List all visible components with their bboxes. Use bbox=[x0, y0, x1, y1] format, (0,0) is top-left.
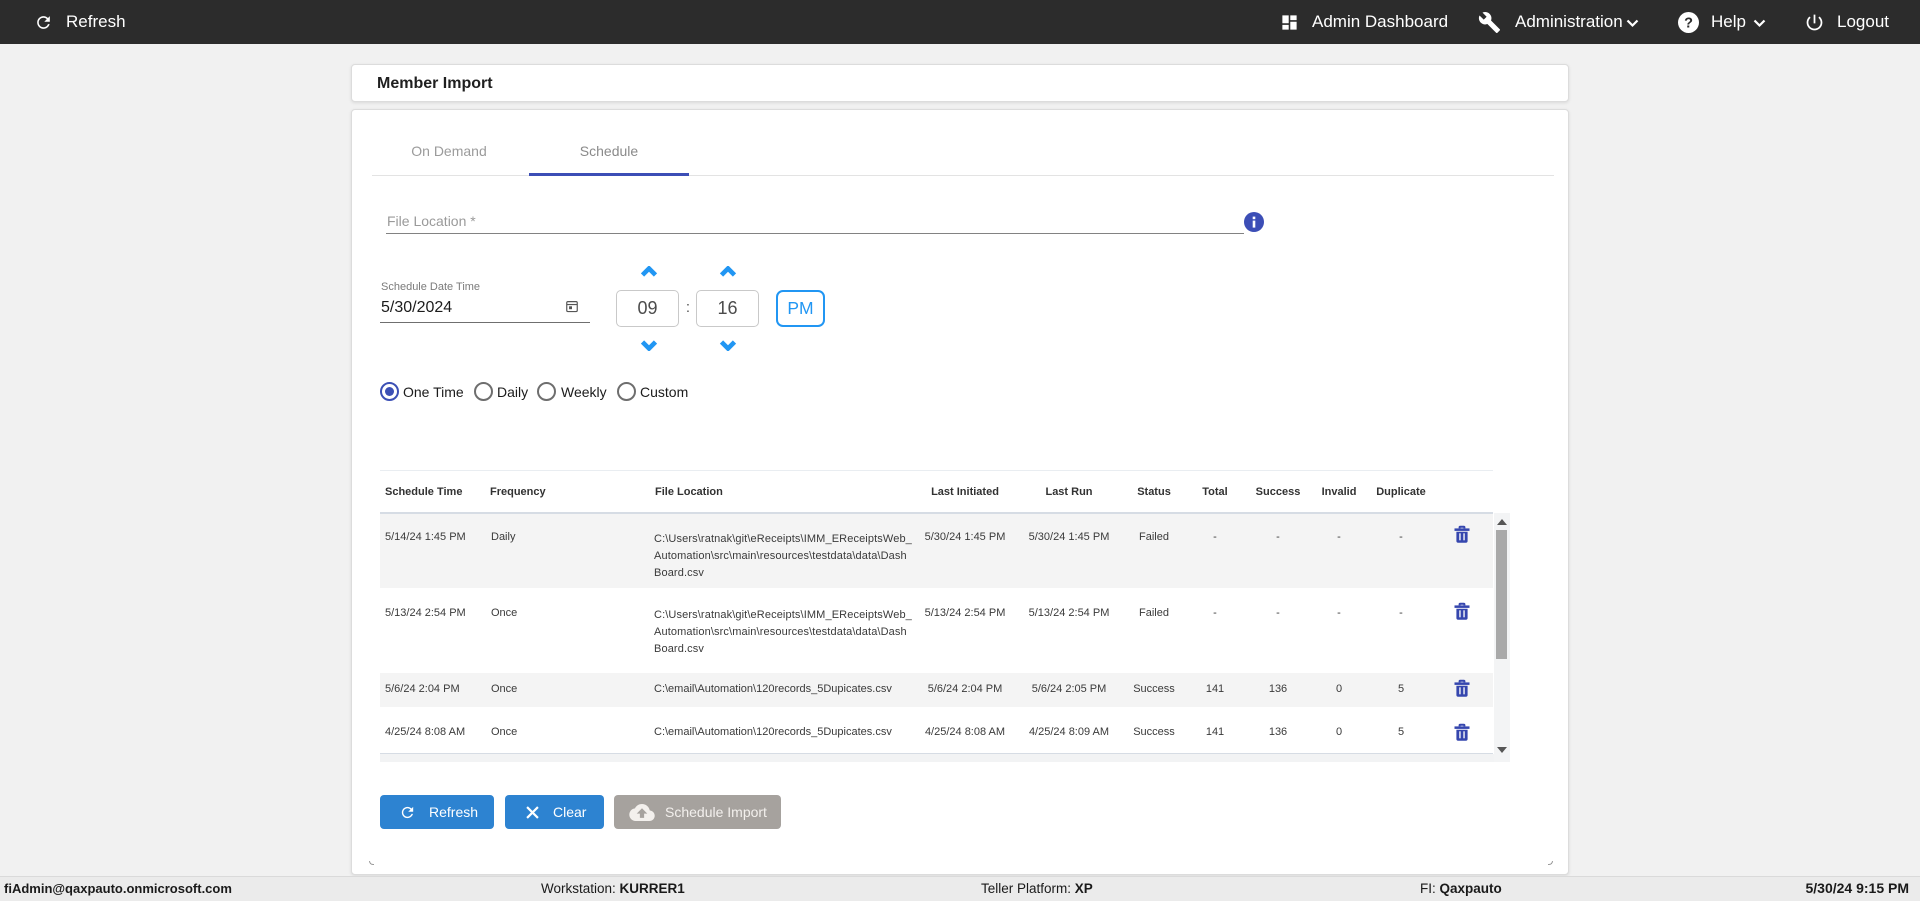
svg-text:?: ? bbox=[1684, 15, 1693, 31]
